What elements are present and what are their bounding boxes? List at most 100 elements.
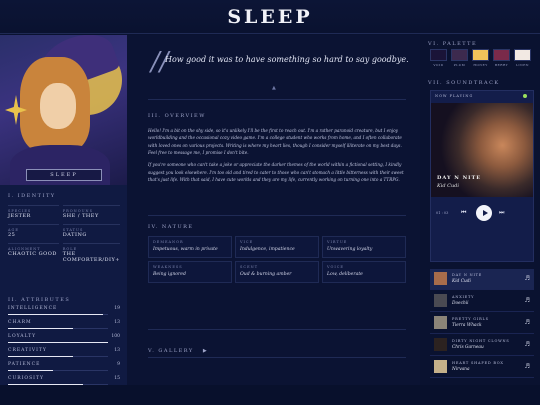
quote-text: How good it was to have something so har… [165, 55, 409, 64]
track-thumbnail [434, 338, 447, 351]
divider [148, 357, 406, 358]
nature-key: DEMEANOR [153, 240, 184, 244]
soundtrack-heading: VII. SOUNDTRACK [428, 80, 500, 86]
profile-sidebar: SLEEP I. IDENTITY SPECIES JESTER PRONOUNS S… [0, 35, 127, 385]
nature-key: VICE [240, 240, 254, 244]
attribute-row: CREATIVITY 13 [8, 348, 120, 359]
overview-paragraph: If you're someone who can't take a joke … [148, 162, 404, 183]
identity-value: 25 [8, 232, 16, 238]
swatch-color [472, 49, 489, 61]
nature-value: Being ignored [153, 272, 186, 277]
palette-swatch[interactable]: PLUM [451, 49, 468, 67]
site-logo[interactable]: SLEEP [227, 6, 312, 28]
nature-card: VOICE Low, deliberate [322, 261, 406, 283]
face-shape [40, 83, 76, 129]
gallery-toggle[interactable]: V. GALLERY ▶ [148, 337, 406, 356]
attributes-list: INTELLIGENCE 19 CHARM 13 LOYALTY 100 CREATIVIT… [8, 306, 120, 387]
palette-swatch[interactable]: LINEN [514, 49, 531, 67]
palette-swatch[interactable]: HONEY [472, 49, 489, 67]
nature-heading: IV. NATURE [148, 224, 194, 230]
identity-value: CHAOTIC GOOD [8, 251, 57, 257]
nature-card: VIRTUE Unwavering loyalty [322, 236, 406, 258]
nature-key: VIRTUE [327, 240, 348, 244]
play-icon [482, 210, 488, 216]
identity-value: DATING [62, 232, 87, 238]
chevron-right-icon: ▶ [202, 348, 207, 354]
attribute-bar-fill [8, 314, 103, 315]
track-artist: Doechii [452, 301, 469, 306]
swatch-color [430, 49, 447, 61]
attribute-bar-fill [8, 342, 108, 343]
identity-value: JESTER [8, 213, 31, 219]
divider [148, 329, 406, 330]
attribute-row: CHARM 13 [8, 320, 120, 331]
identity-value: THE COMFORTER/DIY+ [62, 251, 120, 263]
track-title: ANXIETY [452, 295, 475, 299]
nature-value: Oud & burning amber [240, 272, 292, 277]
nature-key: SCENT [240, 265, 259, 269]
right-sidebar: VI. PALETTE VOID PLUM HONEY BERRY LINEN VII.… [420, 35, 540, 385]
track-thumbnail [434, 360, 447, 373]
music-note-icon: ♬ [524, 275, 530, 282]
track-thumbnail [434, 272, 447, 285]
identity-field: PRONOUNS SHE / THEY [62, 205, 120, 224]
attribute-value: 19 [114, 306, 120, 311]
nature-key: VOICE [327, 265, 344, 269]
previous-track-icon[interactable]: ⏮ [461, 209, 466, 217]
nature-card: WEAKNESS Being ignored [148, 261, 232, 283]
attribute-name: CHARM [8, 320, 32, 325]
attribute-name: CREATIVITY [8, 348, 47, 353]
nature-card: VICE Indulgence, impatience [235, 236, 319, 258]
swatch-label: LINEN [515, 63, 530, 67]
music-note-icon: ♬ [524, 341, 530, 348]
header: SLEEP [0, 0, 540, 34]
attribute-name: LOYALTY [8, 334, 37, 339]
music-note-icon: ♬ [524, 319, 530, 326]
attribute-bar-fill [8, 356, 73, 357]
identity-value: SHE / THEY [62, 213, 99, 219]
swatch-color [514, 49, 531, 61]
nature-card: SCENT Oud & burning amber [235, 261, 319, 283]
palette-swatches: VOID PLUM HONEY BERRY LINEN [430, 49, 531, 67]
track-item[interactable]: DIRTY NIGHT CLOWNS Chris Garneau ♬ [430, 335, 534, 356]
music-player: NOW PLAYING DAY N NITE Kid Cudi 01 : 03 … [430, 90, 534, 262]
footer-bar [0, 385, 540, 405]
track-item[interactable]: PRETTY GIRLS Tierra Whack ♬ [430, 313, 534, 334]
track-artist: Chris Garneau [452, 345, 484, 350]
current-track-artist: Kid Cudi [437, 183, 459, 189]
nature-grid: DEMEANOR Impetuous, warm in private VICE In… [148, 236, 406, 283]
track-item[interactable]: ANXIETY Doechii ♬ [430, 291, 534, 312]
track-title: HEART SHAPED BOX [452, 361, 504, 365]
track-artist: Tierra Whack [452, 323, 482, 328]
attribute-name: PATIENCE [8, 362, 41, 367]
swatch-label: HONEY [473, 63, 488, 67]
track-item[interactable]: HEART SHAPED BOX Nirvana ♬ [430, 357, 534, 378]
attributes-section: II. ATTRIBUTES INTELLIGENCE 19 CHARM 13 LOYA… [8, 297, 120, 387]
overview-heading: III. OVERVIEW [148, 113, 206, 119]
next-track-icon[interactable]: ⏭ [499, 209, 504, 217]
attribute-bar-fill [8, 370, 53, 371]
identity-field: ALIGNMENT CHAOTIC GOOD [8, 243, 59, 262]
divider [148, 99, 406, 100]
track-title: PRETTY GIRLS [452, 317, 489, 321]
swatch-color [493, 49, 510, 61]
attribute-value: 13 [114, 348, 120, 353]
attributes-heading: II. ATTRIBUTES [8, 297, 71, 303]
play-button[interactable] [476, 205, 492, 221]
swatch-label: VOID [433, 63, 444, 67]
track-artist: Kid Cudi [452, 279, 471, 284]
overview-section: III. OVERVIEW Hello! I'm a bit on the sh… [148, 113, 406, 188]
music-note-icon: ♬ [524, 297, 530, 304]
attribute-bar-track [8, 370, 108, 371]
track-artist: Nirvana [452, 367, 470, 372]
palette-swatch[interactable]: VOID [430, 49, 447, 67]
album-cover: DAY N NITE Kid Cudi [431, 103, 533, 197]
track-item[interactable]: DAY N NITE Kid Cudi ♬ [430, 269, 534, 290]
overview-paragraph: Hello! I'm a bit on the shy side, so it'… [148, 128, 402, 156]
nature-key: WEAKNESS [153, 265, 183, 269]
palette-swatch[interactable]: BERRY [493, 49, 510, 67]
attribute-bar-fill [8, 328, 73, 329]
identity-heading: I. IDENTITY [8, 193, 56, 199]
palette-heading: VI. PALETTE [428, 41, 478, 47]
nature-section: IV. NATURE DEMEANOR Impetuous, warm in pr… [148, 224, 406, 283]
